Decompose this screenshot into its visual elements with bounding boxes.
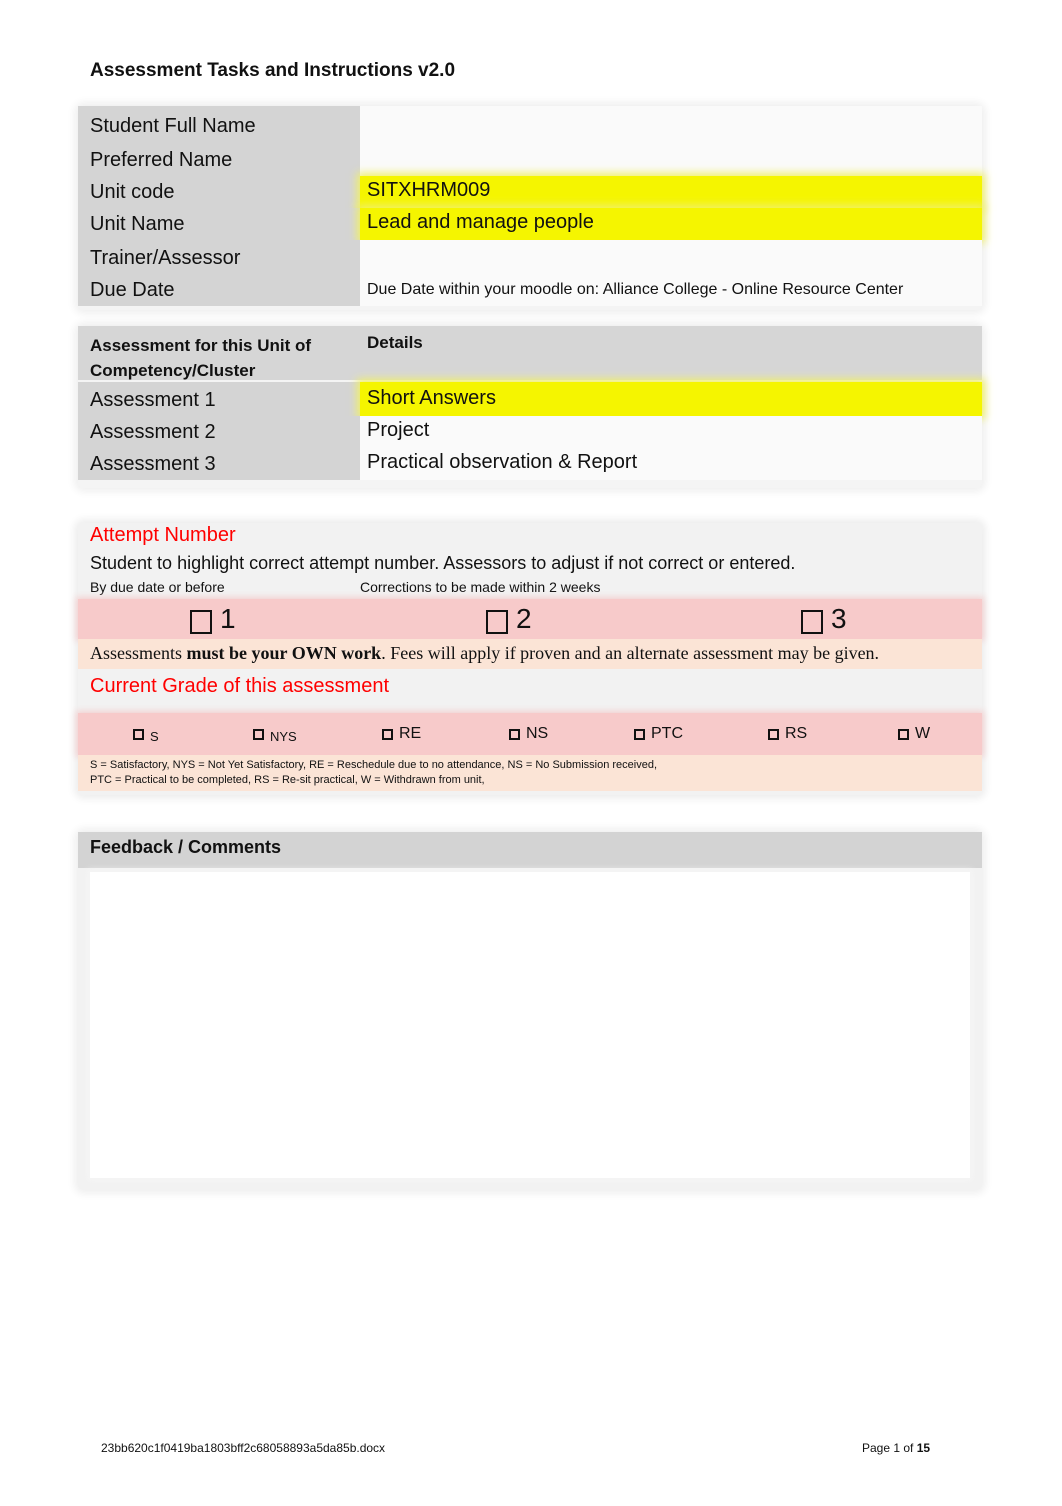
checkbox-icon[interactable]: [253, 728, 264, 740]
feedback-comments-input[interactable]: [90, 872, 970, 1178]
grade-option-ns-label: NS: [526, 725, 549, 742]
footer-filename: 23bb620c1f0419ba1803bff2c68058893a5da85b…: [101, 1441, 386, 1455]
due-date-value: Due Date within your moodle on: Alliance…: [360, 274, 982, 306]
grade-option-re-label: RE: [399, 725, 422, 742]
feedback-title: Feedback / Comments: [90, 837, 282, 857]
assessment-1-label: Assessment 1: [78, 382, 360, 416]
grade-option-ptc[interactable]: PTC: [634, 713, 683, 755]
attempt-option-3-label: 3: [831, 603, 847, 634]
student-full-name-field[interactable]: [360, 106, 982, 142]
grade-option-nys-label: NYS: [270, 728, 297, 744]
checkbox-icon[interactable]: [509, 728, 520, 740]
attempt-option-2[interactable]: 2: [486, 599, 532, 639]
attempt-option-1[interactable]: 1: [190, 599, 236, 639]
unit-name-value: Lead and manage people: [360, 208, 982, 240]
grade-option-s-label: S: [150, 728, 159, 744]
own-work-notice: Assessments must be your OWN work. Fees …: [90, 643, 880, 663]
grade-option-re[interactable]: RE: [382, 713, 421, 755]
checkbox-icon[interactable]: [382, 728, 393, 740]
attempt-number-title: Attempt Number: [90, 524, 236, 546]
label-due-date: Due Date: [78, 274, 360, 306]
student-info-table: Student Full Name Preferred Name Unit co…: [78, 106, 982, 310]
label-student-full-name: Student Full Name: [78, 106, 360, 142]
attempt-option-2-label: 2: [516, 603, 532, 634]
attempt-grade-section: Attempt Number Student to highlight corr…: [78, 523, 982, 795]
attempt-options-row: 1 2 3: [78, 599, 982, 639]
row-unit-name: Unit Name Lead and manage people: [78, 208, 982, 240]
checkbox-icon[interactable]: [190, 610, 212, 634]
grade-legend: S = Satisfactory, NYS = Not Yet Satisfac…: [90, 759, 658, 786]
label-preferred-name: Preferred Name: [78, 142, 360, 176]
grade-legend-row: S = Satisfactory, NYS = Not Yet Satisfac…: [78, 755, 982, 791]
attempt-option-1-label: 1: [220, 603, 236, 634]
footer-page-number: Page 1 of 15: [862, 1441, 931, 1455]
own-work-row: Assessments must be your OWN work. Fees …: [78, 639, 982, 669]
grade-option-ns[interactable]: NS: [509, 713, 548, 755]
attempt-note-due-date: By due date or before: [90, 579, 225, 595]
row-student-full-name: Student Full Name: [78, 106, 982, 142]
assessment-1-value: Short Answers: [360, 382, 982, 416]
row-preferred-name: Preferred Name: [78, 142, 982, 176]
current-grade-title: Current Grade of this assessment: [90, 675, 390, 697]
grade-option-s[interactable]: S: [133, 713, 159, 755]
assessment-row-3: Assessment 3 Practical observation & Rep…: [78, 448, 982, 480]
row-unit-code: Unit code SITXHRM009: [78, 176, 982, 208]
preferred-name-field[interactable]: [360, 142, 982, 176]
assessments-header-details: Details: [367, 333, 423, 352]
unit-code-value: SITXHRM009: [360, 176, 982, 208]
assessment-3-label: Assessment 3: [78, 448, 360, 480]
assessment-row-2: Assessment 2 Project: [78, 416, 982, 448]
feedback-header: Feedback / Comments: [78, 832, 982, 868]
grade-option-nys[interactable]: NYS: [253, 713, 297, 755]
checkbox-icon[interactable]: [486, 610, 508, 634]
grade-option-ptc-label: PTC: [651, 725, 683, 742]
checkbox-icon[interactable]: [133, 728, 144, 740]
assessments-header-label: Assessment for this Unit of Competency/C…: [90, 336, 312, 380]
checkbox-icon[interactable]: [634, 728, 645, 740]
assessment-2-value: Project: [360, 416, 982, 448]
grade-option-rs[interactable]: RS: [768, 713, 807, 755]
trainer-assessor-field[interactable]: [360, 240, 982, 274]
assessments-table: Assessment for this Unit of Competency/C…: [78, 326, 982, 488]
label-trainer-assessor: Trainer/Assessor: [78, 240, 360, 274]
checkbox-icon[interactable]: [768, 728, 779, 740]
grade-options-row: S NYS RE NS PTC RS W: [78, 713, 982, 755]
label-unit-name: Unit Name: [78, 208, 360, 240]
assessment-3-value: Practical observation & Report: [360, 448, 982, 480]
grade-option-w-label: W: [915, 725, 931, 742]
feedback-section: Feedback / Comments: [78, 832, 982, 1190]
attempt-note-corrections: Corrections to be made within 2 weeks: [360, 579, 601, 595]
attempt-instruction: Student to highlight correct attempt num…: [90, 553, 796, 573]
label-unit-code: Unit code: [78, 176, 360, 208]
row-due-date: Due Date Due Date within your moodle on:…: [78, 274, 982, 306]
checkbox-icon[interactable]: [801, 610, 823, 634]
row-trainer-assessor: Trainer/Assessor: [78, 240, 982, 274]
checkbox-icon[interactable]: [898, 728, 909, 740]
attempt-option-3[interactable]: 3: [801, 599, 847, 639]
grade-option-rs-label: RS: [785, 725, 808, 742]
assessment-2-label: Assessment 2: [78, 416, 360, 448]
grade-option-w[interactable]: W: [898, 713, 930, 755]
document-title: Assessment Tasks and Instructions v2.0: [90, 60, 456, 81]
assessment-row-1: Assessment 1 Short Answers: [78, 382, 982, 416]
assessments-header-row: Assessment for this Unit of Competency/C…: [78, 326, 982, 380]
